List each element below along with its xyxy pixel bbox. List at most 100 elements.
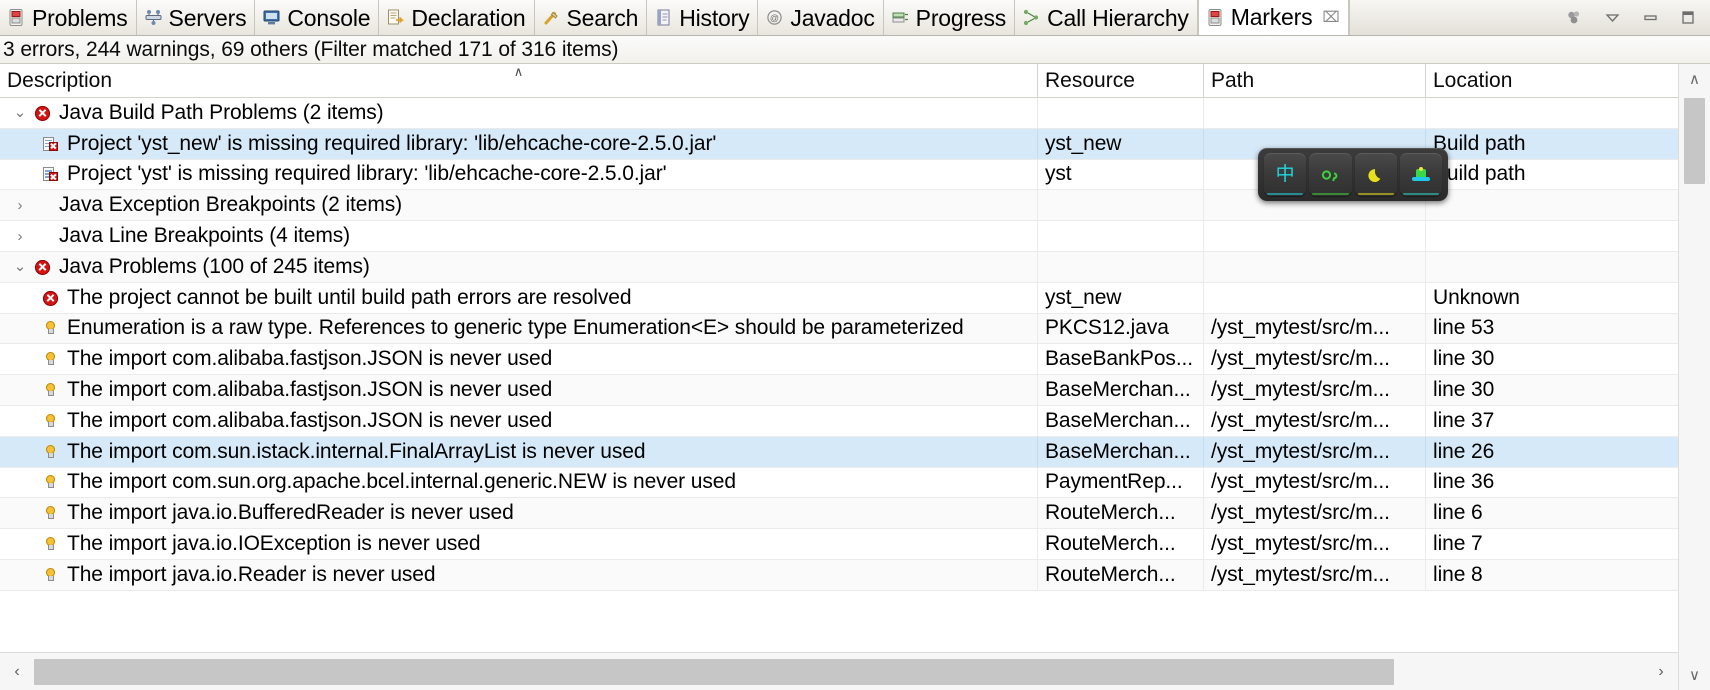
ime-moon-key[interactable] [1354, 153, 1397, 196]
tab-progress[interactable]: Progress [883, 0, 1016, 35]
marker-description-text: Java Exception Breakpoints (2 items) [59, 193, 403, 217]
marker-resource-text: RouteMerch... [1045, 562, 1176, 586]
marker-description-text: The import com.alibaba.fastjson.JSON is … [67, 378, 553, 402]
column-header-location[interactable]: Location [1426, 64, 1536, 97]
vertical-scroll-thumb[interactable] [1684, 98, 1705, 184]
column-header-resource[interactable]: Resource [1038, 64, 1204, 97]
tab-label: Search [566, 4, 639, 31]
cell-path: /yst_mytest/src/m... [1204, 529, 1426, 559]
marker-row[interactable]: The project cannot be built until build … [0, 282, 1678, 314]
cell-path: /yst_mytest/src/m... [1204, 498, 1426, 529]
marker-group-row[interactable]: › Java Line Breakpoints (4 items) [0, 221, 1678, 252]
scroll-left-icon[interactable]: ‹ [0, 663, 34, 680]
twisty-expanded-icon[interactable]: ⌄ [7, 105, 33, 120]
maximize-icon[interactable] [1678, 8, 1698, 28]
tab-label: Problems [32, 4, 128, 31]
marker-row[interactable]: The import com.alibaba.fastjson.JSON is … [0, 344, 1678, 376]
cell-resource: BaseMerchan... [1038, 375, 1204, 405]
tab-console[interactable]: Console [255, 0, 380, 35]
cell-resource: PKCS12.java [1038, 313, 1204, 344]
view-menu-icon[interactable] [1602, 8, 1622, 28]
tab-search[interactable]: Search [534, 0, 648, 35]
tab-label: Markers [1230, 4, 1313, 30]
cell-description: The import java.io.Reader is never used [0, 559, 1038, 590]
cell-description: The project cannot be built until build … [0, 282, 1038, 313]
cell-path [1204, 98, 1426, 128]
cell-description: The import com.alibaba.fastjson.JSON is … [0, 344, 1038, 375]
declaration-icon [386, 8, 406, 28]
ime-chinese-mode-key[interactable]: 中 [1264, 153, 1307, 196]
tab-declaration[interactable]: Declaration [379, 0, 535, 35]
cell-description: The import java.io.IOException is never … [0, 529, 1038, 559]
cell-path [1204, 251, 1426, 282]
marker-group-row[interactable]: ⌄ Java Problems (100 of 245 items) [0, 251, 1678, 283]
ime-toolbox-key[interactable] [1399, 153, 1442, 196]
tab-call-hierarchy[interactable]: Call Hierarchy [1015, 0, 1198, 35]
cell-path: /yst_mytest/src/m... [1204, 467, 1426, 498]
view-filters-icon[interactable] [1564, 8, 1584, 28]
search-icon [542, 8, 562, 28]
warning-icon [41, 411, 61, 431]
marker-row[interactable]: The import com.sun.org.apache.bcel.inter… [0, 467, 1678, 499]
scroll-up-icon[interactable]: ∧ [1679, 64, 1710, 94]
twisty-expanded-icon[interactable]: ⌄ [7, 259, 33, 274]
horizontal-scrollbar[interactable]: ‹ › [0, 652, 1678, 690]
marker-location-text: line 53 [1433, 316, 1495, 340]
cell-description: The import com.alibaba.fastjson.JSON is … [0, 375, 1038, 405]
minimize-icon[interactable] [1640, 8, 1660, 28]
build-path-error-icon [41, 164, 61, 184]
cell-resource: BaseMerchan... [1038, 436, 1204, 467]
tab-problems[interactable]: Problems [0, 0, 137, 35]
scroll-down-icon[interactable]: ∨ [1679, 660, 1710, 690]
horizontal-scroll-track[interactable] [34, 657, 1644, 687]
marker-description-text: The import com.alibaba.fastjson.JSON is … [67, 408, 553, 432]
warning-icon [41, 380, 61, 400]
marker-row[interactable]: The import java.io.BufferedReader is nev… [0, 498, 1678, 530]
column-header-path[interactable]: Path [1204, 64, 1426, 97]
ime-floating-toolbar[interactable]: 中 [1258, 148, 1448, 201]
marker-row[interactable]: The import java.io.Reader is never used R… [0, 559, 1678, 591]
ime-punctuation-key[interactable] [1309, 153, 1352, 196]
vertical-scroll-track[interactable] [1679, 94, 1710, 660]
cell-description: The import com.alibaba.fastjson.JSON is … [0, 405, 1038, 436]
tab-label: Declaration [411, 4, 526, 31]
marker-resource-text: PaymentRep... [1045, 470, 1183, 494]
marker-location-text: line 7 [1433, 532, 1483, 556]
warning-icon [41, 565, 61, 585]
twisty-collapsed-icon[interactable]: › [7, 229, 33, 244]
history-icon [654, 8, 674, 28]
markers-view-window: Problems Servers Console Declaration Search H… [0, 0, 1710, 690]
cell-location: line 30 [1426, 375, 1536, 405]
marker-row[interactable]: The import com.alibaba.fastjson.JSON is … [0, 405, 1678, 437]
cell-description: The import java.io.BufferedReader is nev… [0, 498, 1038, 529]
marker-location-text: Unknown [1433, 285, 1520, 309]
progress-icon [891, 8, 911, 28]
tab-close-icon[interactable]: ⌧ [1322, 10, 1339, 25]
marker-row[interactable]: Enumeration is a raw type. References to… [0, 313, 1678, 345]
error-icon [41, 288, 61, 308]
horizontal-scroll-thumb[interactable] [34, 658, 1395, 685]
error-icon [33, 103, 53, 123]
problems-icon [7, 8, 27, 28]
cell-description: Project 'yst_new' is missing required li… [0, 128, 1038, 159]
marker-description-text: Java Problems (100 of 245 items) [59, 254, 370, 278]
console-icon [262, 8, 282, 28]
twisty-collapsed-icon[interactable]: › [7, 198, 33, 213]
column-header-description[interactable]: Description ∧ [0, 64, 1038, 97]
vertical-scrollbar[interactable]: ∧ ∨ [1678, 64, 1710, 690]
marker-resource-text: PKCS12.java [1045, 316, 1169, 340]
cell-resource: RouteMerch... [1038, 559, 1204, 590]
marker-row[interactable]: The import java.io.IOException is never … [0, 529, 1678, 560]
tab-history[interactable]: History [647, 0, 759, 35]
cell-location: line 37 [1426, 406, 1536, 436]
tab-markers[interactable]: Markers ⌧ [1197, 0, 1349, 35]
marker-row[interactable]: The import com.alibaba.fastjson.JSON is … [0, 375, 1678, 406]
scroll-right-icon[interactable]: › [1644, 663, 1678, 680]
marker-row[interactable]: The import com.sun.istack.internal.Final… [0, 436, 1678, 468]
marker-icon-placeholder [33, 226, 53, 246]
cell-path: /yst_mytest/src/m... [1204, 375, 1426, 405]
tab-javadoc[interactable]: @ Javadoc [758, 0, 884, 35]
tab-servers[interactable]: Servers [136, 0, 256, 35]
marker-group-row[interactable]: ⌄ Java Build Path Problems (2 items) [0, 98, 1678, 129]
cell-path: /yst_mytest/src/m... [1204, 405, 1426, 436]
